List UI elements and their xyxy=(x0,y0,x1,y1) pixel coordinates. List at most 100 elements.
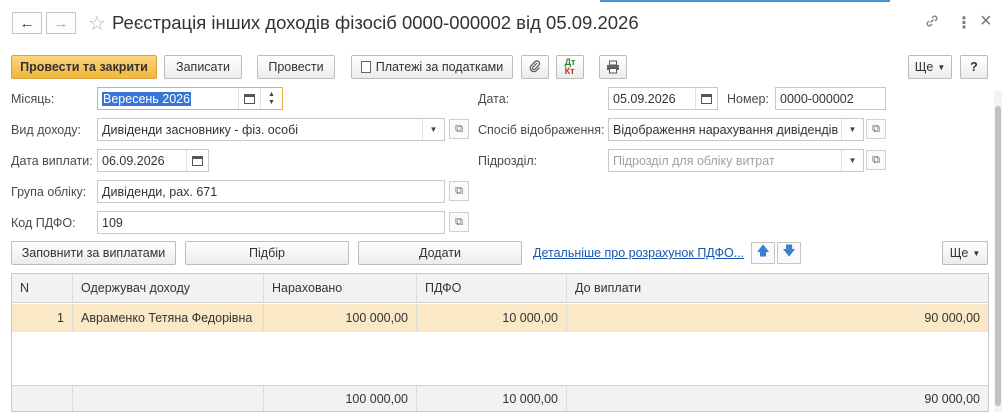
dt-kt-icon: Дт Кт xyxy=(564,57,576,76)
total-pdfo: 10 000,00 xyxy=(417,386,567,411)
post-button[interactable]: Провести xyxy=(257,55,335,79)
calendar-button[interactable] xyxy=(238,88,260,109)
tax-payments-button[interactable]: Платежі за податками xyxy=(351,55,513,79)
pick-button[interactable]: Підбір xyxy=(185,241,349,265)
open-department-button[interactable]: ⧉ xyxy=(866,150,886,170)
income-type-value: Дивіденди засновнику - фіз. особі xyxy=(102,122,299,137)
column-header-pdfo[interactable]: ПДФО xyxy=(417,274,567,302)
footer-cell-empty xyxy=(73,386,264,411)
open-income-type-button[interactable]: ⧉ xyxy=(449,119,469,139)
more-actions-button[interactable]: Ще ▼ xyxy=(908,55,952,79)
back-button[interactable]: ← xyxy=(12,12,42,34)
post-and-close-button[interactable]: Провести та закрити xyxy=(11,55,157,79)
row-accrued: 100 000,00 xyxy=(264,304,417,332)
open-icon: ⧉ xyxy=(455,122,463,135)
paperclip-icon xyxy=(529,60,541,73)
reflection-method-field[interactable]: Відображення нарахування дивідендів ф ▼ xyxy=(608,118,864,141)
income-type-label: Вид доходу: xyxy=(11,123,81,137)
open-icon: ⧉ xyxy=(455,215,463,228)
column-header-to-pay[interactable]: До виплати xyxy=(567,274,988,302)
number-field[interactable]: 0000-000002 xyxy=(775,87,886,110)
month-label: Місяць: xyxy=(11,92,55,106)
forward-button[interactable]: → xyxy=(46,12,76,34)
date-label: Дата: xyxy=(478,92,510,106)
income-type-field[interactable]: Дивіденди засновнику - фіз. особі ▼ xyxy=(97,118,445,141)
accounting-group-value: Дивіденди, рах. 671 xyxy=(102,184,218,199)
printer-icon xyxy=(607,60,619,74)
payment-date-label: Дата виплати: xyxy=(11,154,93,168)
menu-icon[interactable]: ⋮ xyxy=(956,13,972,33)
open-icon: ⧉ xyxy=(872,153,880,166)
attachment-button[interactable] xyxy=(521,55,549,79)
print-button[interactable] xyxy=(599,55,627,79)
calendar-icon xyxy=(244,93,255,104)
department-placeholder: Підрозділ для обліку витрат xyxy=(613,153,775,168)
table-row[interactable]: 1 Авраменко Тетяна Федорівна 100 000,00 … xyxy=(12,304,988,332)
accounting-group-label: Група обліку: xyxy=(11,185,87,199)
month-value: Вересень 2026 xyxy=(102,91,192,106)
pdfo-details-link[interactable]: Детальніше про розрахунок ПДФО... xyxy=(533,246,744,260)
table-footer: 100 000,00 10 000,00 90 000,00 xyxy=(12,385,988,411)
income-table[interactable]: N Одержувач доходу Нараховано ПДФО До ви… xyxy=(11,273,989,412)
number-value: 0000-000002 xyxy=(780,91,854,106)
tax-payments-label: Платежі за податками xyxy=(375,60,504,74)
row-to-pay: 90 000,00 xyxy=(924,311,980,325)
table-header: N Одержувач доходу Нараховано ПДФО До ви… xyxy=(12,274,988,303)
reflection-method-value: Відображення нарахування дивідендів ф xyxy=(613,122,841,137)
open-icon: ⧉ xyxy=(455,184,463,197)
scrollbar-thumb[interactable] xyxy=(995,106,1001,406)
dt-kt-button[interactable]: Дт Кт xyxy=(556,55,584,79)
calendar-button[interactable] xyxy=(186,150,208,171)
open-pdfo-code-button[interactable]: ⧉ xyxy=(449,212,469,232)
pdfo-code-label: Код ПДФО: xyxy=(11,216,76,230)
dropdown-arrow-icon: ▼ xyxy=(848,125,857,134)
department-field[interactable]: Підрозділ для обліку витрат ▼ xyxy=(608,149,864,172)
reflection-method-label: Спосіб відображення: xyxy=(478,123,605,137)
table-more-button[interactable]: Ще ▼ xyxy=(942,241,988,265)
column-header-n[interactable]: N xyxy=(12,274,73,302)
document-icon xyxy=(360,61,371,73)
link-icon[interactable] xyxy=(924,13,940,34)
dropdown-arrow-icon: ▼ xyxy=(848,156,857,165)
arrow-down-icon: 🡇 xyxy=(782,243,796,258)
more-label: Ще xyxy=(914,60,934,74)
add-button[interactable]: Додати xyxy=(358,241,522,265)
dropdown-button[interactable]: ▼ xyxy=(841,119,863,140)
dropdown-button[interactable]: ▼ xyxy=(422,119,444,140)
close-icon[interactable]: × xyxy=(980,10,992,33)
dropdown-arrow-icon: ▼ xyxy=(972,248,981,258)
open-accounting-group-button[interactable]: ⧉ xyxy=(449,181,469,201)
spin-up-icon: ▲ xyxy=(268,90,275,98)
open-icon: ⧉ xyxy=(872,122,880,135)
pdfo-code-field[interactable]: 109 xyxy=(97,211,445,234)
payment-date-value: 06.09.2026 xyxy=(102,153,165,168)
month-field[interactable]: Вересень 2026 ▲ ▼ xyxy=(97,87,283,110)
total-to-pay: 90 000,00 xyxy=(924,391,980,406)
move-down-button[interactable]: 🡇 xyxy=(777,242,801,264)
move-up-button[interactable]: 🡅 xyxy=(751,242,775,264)
accounting-group-field[interactable]: Дивіденди, рах. 671 xyxy=(97,180,445,203)
dropdown-arrow-icon: ▼ xyxy=(429,125,438,134)
fill-by-payments-button[interactable]: Заповнити за виплатами xyxy=(11,241,176,265)
month-spinner[interactable]: ▲ ▼ xyxy=(260,88,282,109)
spin-down-icon: ▼ xyxy=(268,98,275,106)
favorite-star-icon[interactable]: ☆ xyxy=(88,11,106,36)
open-reflection-method-button[interactable]: ⧉ xyxy=(866,119,886,139)
payment-date-field[interactable]: 06.09.2026 xyxy=(97,149,209,172)
help-button[interactable]: ? xyxy=(960,55,988,79)
page-title: Реєстрація інших доходів фізосіб 0000-00… xyxy=(112,12,639,33)
date-value: 05.09.2026 xyxy=(613,91,676,106)
number-label: Номер: xyxy=(727,92,769,106)
more-label: Ще xyxy=(949,246,969,260)
dropdown-button[interactable]: ▼ xyxy=(841,150,863,171)
department-label: Підрозділ: xyxy=(478,154,538,168)
column-header-accrued[interactable]: Нараховано xyxy=(264,274,417,302)
date-field[interactable]: 05.09.2026 xyxy=(608,87,718,110)
calendar-icon xyxy=(701,93,712,104)
pdfo-code-value: 109 xyxy=(102,215,123,230)
save-button[interactable]: Записати xyxy=(164,55,242,79)
footer-cell-empty xyxy=(12,386,73,411)
column-header-recipient[interactable]: Одержувач доходу xyxy=(73,274,264,302)
arrow-left-icon: ← xyxy=(19,14,35,32)
calendar-button[interactable] xyxy=(695,88,717,109)
